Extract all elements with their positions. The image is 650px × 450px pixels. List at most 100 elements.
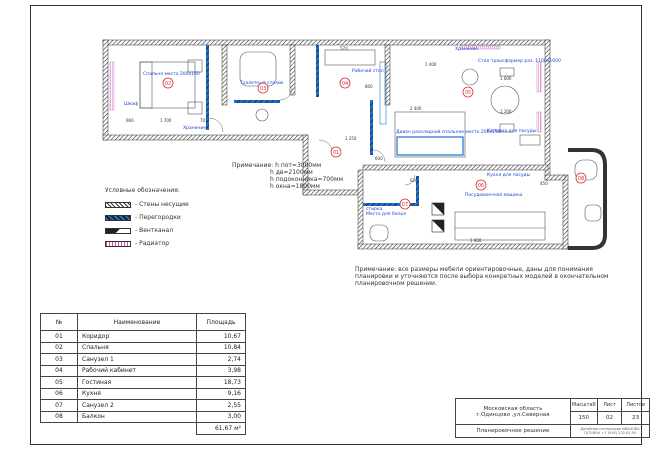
room-area-table: № Наименование Площадь 01 Коридор 10,67 02 С… xyxy=(40,313,246,435)
radiator-swatch xyxy=(105,240,131,247)
total-area: 61,67 м² xyxy=(196,422,246,435)
ceiling-note: Примечание: h пот=3000мм h дв=2100мм h п… xyxy=(232,162,343,190)
table-spec: Стол трансформер раз. 1100х1600 xyxy=(478,58,561,64)
room-marker-01: 01 xyxy=(333,150,339,156)
legend-label: - Радиатор xyxy=(135,240,170,247)
legend-item-vent: - Вентканал xyxy=(105,224,189,237)
stamp-designer: Дизайнер интерьеров ИВАНОВА ТАТЬЯНА +7 (… xyxy=(569,424,650,438)
dim-text: 1 200 xyxy=(500,109,512,114)
dim-text: 570 xyxy=(340,46,348,51)
stamp-city: г.Одинцово ,ул.Северная xyxy=(476,411,550,418)
table-cell-num: 03 xyxy=(40,353,78,366)
table-row: 05 Гостиная 18,73 xyxy=(40,376,246,389)
dim-text: 620 xyxy=(410,178,418,183)
bedroom-spec: Спальня место 200х160 xyxy=(143,71,200,77)
table-header: № Наименование Площадь xyxy=(40,313,246,331)
room-marker-02: 02 xyxy=(165,81,171,87)
table-cell-name: Санузел 1 xyxy=(77,353,197,366)
room-marker-08: 08 xyxy=(578,176,584,182)
partition-swatch xyxy=(105,214,131,221)
vent-swatch xyxy=(105,227,131,234)
table-cell-name: Спальня xyxy=(77,341,197,354)
table-cell-name: Коридор xyxy=(77,330,197,343)
title-block: Московская область г.Одинцово ,ул.Северн… xyxy=(455,398,650,438)
table-row: 07 Санузел 2 2,55 xyxy=(40,399,246,412)
sofa-spec: Диван раскладной спальное место 200х150 xyxy=(396,128,501,135)
room-marker-06: 06 xyxy=(478,183,484,189)
dim-text: 960 xyxy=(126,118,134,123)
dim-text: 600 xyxy=(375,156,383,161)
table-cell-name: Кухня xyxy=(77,387,197,400)
table-cell-area: 2,74 xyxy=(196,353,246,366)
dim-text: 1 600 xyxy=(500,76,512,81)
dim-text: 450 xyxy=(540,181,548,186)
stamp-sheets-head: Листов xyxy=(621,398,650,412)
table-cell-num: 05 xyxy=(40,376,78,389)
legend: Условные обозначения: - Стены несущие - … xyxy=(105,187,189,250)
ceiling-h2: h дв=2100мм xyxy=(270,169,313,176)
table-cell-num: 01 xyxy=(40,330,78,343)
title-address: Московская область г.Одинцово ,ул.Северн… xyxy=(455,398,571,425)
stamp-sheet: 02 xyxy=(596,411,623,425)
dim-text: 2 400 xyxy=(410,106,422,111)
furniture-note: Примечание: все размеры мебели ориентиро… xyxy=(355,266,609,287)
storage-label: Хранение xyxy=(455,46,478,52)
ceiling-note-prefix: Примечание: xyxy=(232,162,274,169)
dim-text: 1 400 xyxy=(425,62,437,67)
table-row: 06 Кухня 9,16 xyxy=(40,387,246,400)
table-cell-num: 07 xyxy=(40,399,78,412)
col-name: Наименование xyxy=(77,313,197,331)
table-row: 03 Санузел 1 2,74 xyxy=(40,353,246,366)
table-row: 08 Балкон 3,00 xyxy=(40,410,246,423)
stamp-sheet-title: Планировочное решение xyxy=(455,424,571,438)
col-num: № xyxy=(40,313,78,331)
kitchen-module-label: Колонна для посуды xyxy=(487,128,537,134)
legend-label: - Стены несущие xyxy=(135,201,189,208)
legend-item-bearing: - Стены несущие xyxy=(105,198,189,211)
room-marker-04: 04 xyxy=(342,81,348,87)
dim-text: 1 700 xyxy=(160,118,172,123)
dim-text: 701 xyxy=(200,118,208,123)
legend-label: - Вентканал xyxy=(135,227,174,234)
stamp-scale-head: Масштаб xyxy=(569,398,598,412)
bearing-wall-swatch xyxy=(105,201,131,208)
kitchen-cab-label: Посудомоечная машина xyxy=(465,192,523,198)
table-cell-area: 10,67 xyxy=(196,330,246,343)
dim-text: 1 250 xyxy=(345,136,357,141)
legend-item-partition: - Перегородки xyxy=(105,211,189,224)
stamp-sheets: 23 xyxy=(621,411,650,425)
legend-item-radiator: - Радиатор xyxy=(105,237,189,250)
table-cell-num: 08 xyxy=(40,410,78,423)
storage-label-2: Хранение xyxy=(183,125,206,131)
table-cell-name: Санузел 2 xyxy=(77,399,197,412)
table-row: 04 Рабочий кабинет 3,98 xyxy=(40,364,246,377)
wardrobe-label: Шкаф xyxy=(124,101,138,107)
table-cell-num: 06 xyxy=(40,387,78,400)
stamp-sheet-head: Лист xyxy=(596,398,623,412)
table-cell-num: 02 xyxy=(40,341,78,354)
ceiling-h3: h подоконника=700мм xyxy=(270,176,343,183)
table-cell-name: Балкон xyxy=(77,410,197,423)
table-cell-name: Рабочий кабинет xyxy=(77,364,197,377)
stamp-scale: 150 xyxy=(569,411,598,425)
table-total-row: 61,67 м² xyxy=(41,422,246,435)
table-cell-area: 3,00 xyxy=(196,410,246,423)
kitchen-set-label: Кухня для посуды xyxy=(487,172,531,178)
ceiling-h4: h окна=1800мм xyxy=(270,183,320,190)
ceiling-h1: h пот=3000мм xyxy=(275,162,322,169)
linen-label: Место для белья xyxy=(366,211,406,217)
table-cell-area: 2,55 xyxy=(196,399,246,412)
table-cell-area: 3,98 xyxy=(196,364,246,377)
table-row: 01 Коридор 10,67 xyxy=(40,330,246,343)
work-table-label: Рабочий стол xyxy=(352,67,384,74)
vent-shafts xyxy=(431,202,445,233)
legend-label: - Перегородки xyxy=(135,214,181,221)
col-area: Площадь xyxy=(196,313,246,331)
dim-text: 1 800 xyxy=(470,238,482,243)
dim-text: 800 xyxy=(365,84,373,89)
table-cell-area: 9,16 xyxy=(196,387,246,400)
table-cell-area: 18,73 xyxy=(196,376,246,389)
room-marker-05: 05 xyxy=(465,90,471,96)
table-cell-area: 10,84 xyxy=(196,341,246,354)
room-marker-03: 03 xyxy=(260,86,266,92)
